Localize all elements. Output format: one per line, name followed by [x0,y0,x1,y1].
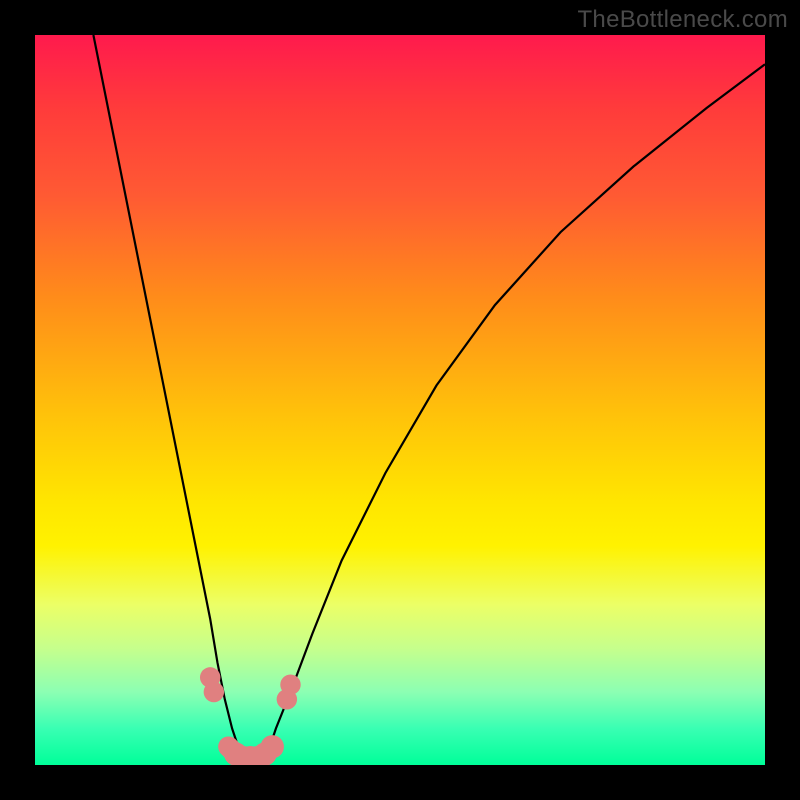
data-point [280,674,300,694]
plot-area [35,35,765,765]
watermark-text: TheBottleneck.com [577,6,788,34]
chart-frame: TheBottleneck.com [0,0,800,800]
data-point [204,682,224,702]
bottleneck-curve [93,35,765,765]
chart-svg [35,35,765,765]
data-point [261,735,284,758]
marker-group [200,667,301,765]
